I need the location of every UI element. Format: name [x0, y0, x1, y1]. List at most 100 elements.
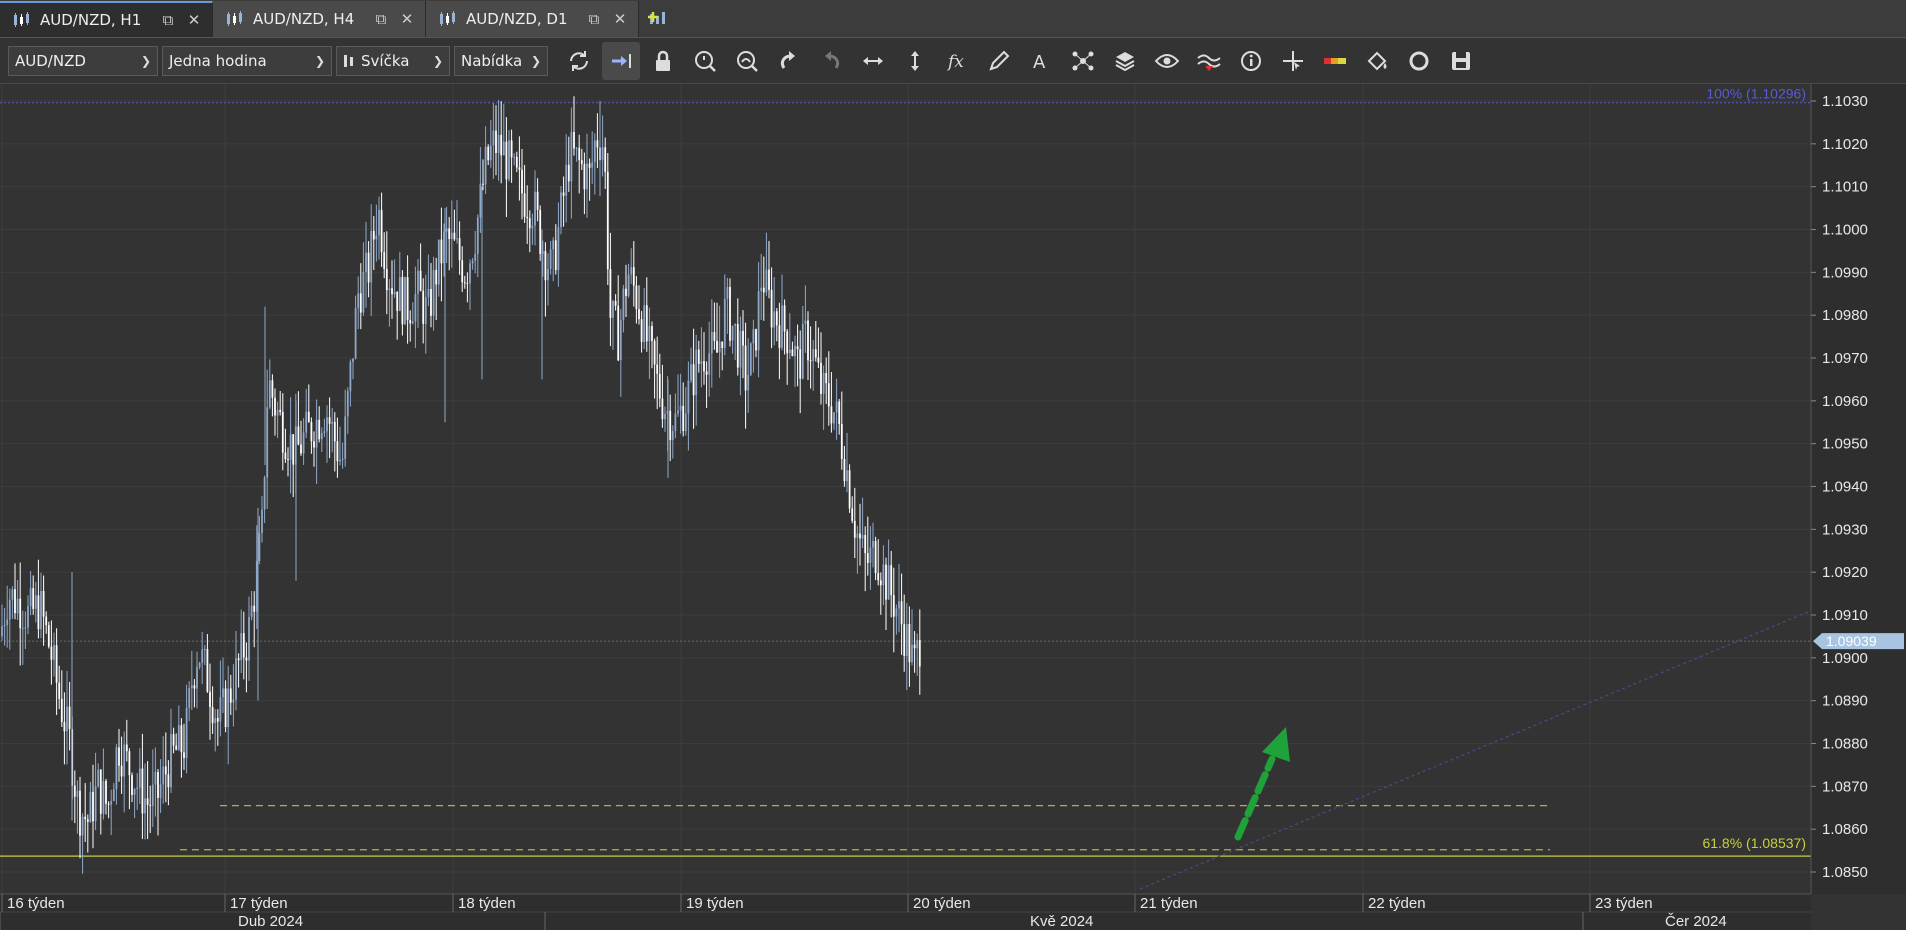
zoom-in-button[interactable]: [686, 42, 724, 80]
fit-horizontal-button[interactable]: [854, 42, 892, 80]
save-button[interactable]: [1442, 42, 1480, 80]
tab-audnzd-h1[interactable]: AUD/NZD, H1 ⧉ ✕: [0, 1, 213, 37]
candle-body: [375, 235, 378, 240]
detach-icon[interactable]: ⧉: [373, 10, 389, 28]
refresh-button[interactable]: [560, 42, 598, 80]
candle-body: [882, 564, 885, 586]
candle-body: [263, 477, 266, 510]
signals-icon: [1197, 54, 1221, 71]
candle-body: [872, 540, 874, 548]
offer-side-select[interactable]: Nabídka ❯: [454, 45, 548, 76]
ruler-button[interactable]: [1316, 42, 1354, 80]
candle-body: [367, 252, 370, 283]
candle-body: [107, 803, 110, 805]
svg-text:fx: fx: [946, 52, 964, 72]
fit-vertical-button[interactable]: [896, 42, 934, 80]
candle-body: [344, 416, 347, 459]
price-label: 1.0960: [1822, 393, 1868, 410]
shift-chart-button[interactable]: [602, 41, 640, 80]
lock-button[interactable]: [644, 42, 682, 80]
candle-body: [261, 509, 263, 533]
crosshair-icon: [1283, 50, 1303, 71]
close-icon[interactable]: ✕: [399, 10, 415, 28]
undo-button[interactable]: [770, 42, 808, 80]
price-chart[interactable]: 100% (1.10296) 61.8% (1.08537) 1.1030 1.10…: [0, 84, 1906, 930]
candle-body: [648, 326, 651, 342]
crosshair-button[interactable]: [1274, 42, 1312, 80]
candle-body: [573, 132, 575, 149]
price-label: 1.0890: [1822, 693, 1868, 710]
candle-body: [479, 183, 482, 218]
candle-body: [768, 269, 770, 290]
tab-audnzd-h4[interactable]: AUD/NZD, H4 ⧉ ✕: [213, 1, 426, 37]
candle-body: [739, 330, 742, 368]
candle-body: [193, 685, 196, 689]
close-icon[interactable]: ✕: [186, 11, 202, 29]
layers-button[interactable]: [1106, 42, 1144, 80]
visibility-button[interactable]: [1148, 42, 1186, 80]
theme-button[interactable]: [1358, 42, 1396, 80]
candle-body: [383, 252, 386, 269]
zoom-out-button[interactable]: [728, 42, 766, 80]
candle-body: [157, 771, 159, 798]
price-axis[interactable]: 1.1030 1.1020 1.1010 1.1000 1.0990 1.0980 1.09…: [1810, 84, 1906, 894]
instrument-select[interactable]: AUD/NZD ❯: [8, 45, 158, 76]
candle-body: [370, 230, 373, 283]
pencil-button[interactable]: [980, 42, 1018, 80]
candle-body: [799, 349, 802, 379]
tab-audnzd-d1[interactable]: AUD/NZD, D1 ⧉ ✕: [426, 1, 639, 37]
candle-body: [60, 698, 63, 722]
chevron-down-icon: ❯: [432, 53, 443, 68]
candle-body: [170, 734, 172, 788]
add-chart-icon[interactable]: [639, 1, 679, 37]
info-button[interactable]: [1232, 42, 1270, 80]
candle-body: [489, 145, 492, 161]
candle-body: [310, 422, 313, 442]
period-select[interactable]: Jedna hodina ❯: [162, 45, 332, 76]
candle-body: [214, 718, 217, 724]
candle-body: [463, 282, 466, 284]
chart-type-select[interactable]: Svíčka ❯: [336, 45, 450, 76]
candle-body: [523, 193, 526, 217]
chart-canvas[interactable]: 100% (1.10296)61.8% (1.08537) 1.10301.10…: [0, 84, 1906, 930]
candle-body: [622, 288, 625, 321]
candle-body: [708, 353, 711, 375]
time-axis[interactable]: 16 týden 17 týden 18 týden 19 týden 20 týden…: [0, 893, 1906, 930]
candle-body: [224, 688, 227, 728]
candle-body: [755, 329, 757, 351]
candle-body: [609, 269, 612, 318]
candle-body: [81, 816, 84, 836]
candle-body: [380, 209, 383, 253]
price-label: 1.1000: [1822, 222, 1868, 239]
candle-body: [866, 553, 869, 563]
candle-body: [146, 798, 149, 805]
text-button[interactable]: A: [1022, 42, 1060, 80]
detach-icon[interactable]: ⧉: [160, 11, 176, 29]
svg-text:A: A: [1033, 52, 1046, 73]
candle-body: [300, 444, 302, 454]
candle-body: [237, 658, 240, 661]
candle-body: [812, 349, 815, 362]
signals-button[interactable]: [1190, 42, 1228, 80]
candle-body: [786, 331, 789, 354]
candle-body: [79, 790, 81, 836]
indicators-button[interactable]: fx: [938, 42, 976, 80]
redo-button[interactable]: [812, 42, 850, 80]
candle-body: [521, 169, 523, 194]
candle-body: [29, 588, 32, 607]
detach-icon[interactable]: ⧉: [586, 10, 602, 28]
candle-body: [266, 407, 269, 478]
chart-type-wrap: Svíčka: [343, 52, 409, 70]
price-label: 1.1020: [1822, 136, 1868, 153]
candle-body: [692, 364, 695, 396]
candle-body: [549, 249, 552, 269]
reset-button[interactable]: [1400, 42, 1438, 80]
candle-body: [328, 417, 331, 424]
candle-body: [534, 191, 536, 226]
candle-body: [84, 816, 87, 820]
candle-body: [695, 349, 698, 396]
candle-body: [640, 319, 643, 343]
fit-horizontal-icon: [863, 56, 883, 65]
close-icon[interactable]: ✕: [612, 10, 628, 28]
objects-button[interactable]: [1064, 42, 1102, 80]
